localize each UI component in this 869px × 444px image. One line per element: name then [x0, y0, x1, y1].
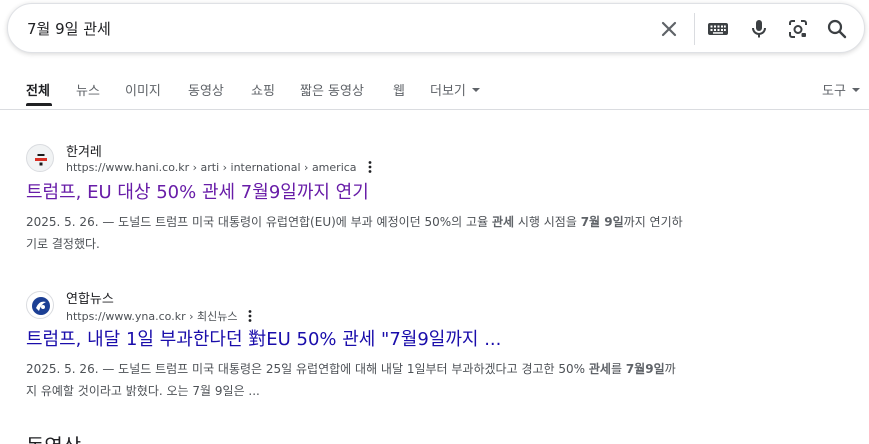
hani-favicon-icon[interactable] — [26, 144, 54, 172]
chevron-down-icon — [471, 87, 480, 92]
snippet-highlight: 7월 9일 — [580, 215, 624, 229]
more-options-icon[interactable] — [243, 309, 257, 323]
microphone-icon[interactable] — [747, 17, 771, 41]
snippet-highlight: 관세 — [588, 362, 611, 376]
tab-more-label: 더보기 — [430, 84, 466, 99]
tab-videos[interactable]: 동영상 — [188, 80, 224, 99]
tab-images[interactable]: 이미지 — [125, 80, 161, 99]
snippet-text: 도널드 트럼프 미국 대통령은 25일 유럽연합에 대해 내달 1일부터 부과하… — [118, 362, 589, 376]
search-divider — [694, 13, 695, 45]
tab-news[interactable]: 뉴스 — [76, 80, 100, 99]
result-snippet: 2025. 5. 26. — 도널드 트럼프 미국 대통령은 25일 유럽연합에… — [26, 358, 686, 402]
result-title-link[interactable]: 트럼프, EU 대상 50% 관세 7월9일까지 연기 — [26, 178, 369, 204]
tab-short-videos[interactable]: 짧은 동영상 — [300, 80, 364, 99]
snippet-text: 를 — [610, 362, 626, 376]
result-site-name[interactable]: 한겨레 — [66, 141, 102, 160]
snippet-text: 시행 시점을 — [514, 215, 581, 229]
result-site-name[interactable]: 연합뉴스 — [66, 288, 114, 307]
tab-all[interactable]: 전체 — [26, 80, 50, 99]
tab-more[interactable]: 더보기 — [430, 80, 480, 99]
result-date: 2025. 5. 26. — — [26, 215, 119, 229]
tab-web[interactable]: 웹 — [393, 80, 405, 99]
tools-button[interactable]: 도구 — [822, 80, 860, 99]
tools-label: 도구 — [822, 84, 846, 99]
result-snippet: 2025. 5. 26. — 도널드 트럼프 미국 대통령이 유럽연합(EU)에… — [26, 211, 686, 255]
result-title-link[interactable]: 트럼프, 내달 1일 부과한다던 對EU 50% 관세 "7월9일까지 ... — [26, 325, 501, 351]
search-bar[interactable]: 7월 9일 관세 — [7, 3, 865, 53]
search-icon[interactable] — [825, 17, 849, 41]
active-tab-indicator — [26, 103, 52, 106]
result-url-text: https://www.yna.co.kr › 최신뉴스 — [66, 310, 238, 323]
result-url[interactable]: https://www.hani.co.kr › arti › internat… — [66, 161, 377, 175]
snippet-text: 도널드 트럼프 미국 대통령이 유럽연합(EU)에 부과 예정이던 50%의 고… — [118, 215, 492, 229]
snippet-highlight: 관세 — [491, 215, 515, 229]
chevron-down-icon — [851, 87, 860, 92]
tab-shopping[interactable]: 쇼핑 — [251, 80, 275, 99]
more-options-icon[interactable] — [363, 160, 377, 174]
search-tabs: 전체 뉴스 이미지 동영상 쇼핑 짧은 동영상 웹 더보기 도구 — [0, 70, 869, 110]
camera-search-icon[interactable] — [786, 17, 810, 41]
search-input[interactable]: 7월 9일 관세 — [27, 18, 111, 39]
result-date: 2025. 5. 26. — — [26, 362, 119, 376]
tabs-divider — [0, 109, 869, 110]
videos-section-heading: 동영상 — [26, 430, 81, 444]
clear-icon[interactable] — [657, 17, 681, 41]
result-url-text: https://www.hani.co.kr › arti › internat… — [66, 161, 357, 174]
keyboard-icon[interactable] — [706, 17, 730, 41]
yna-favicon-icon[interactable] — [26, 291, 54, 319]
snippet-highlight: 7월9일 — [625, 362, 665, 376]
result-url[interactable]: https://www.yna.co.kr › 최신뉴스 — [66, 308, 257, 324]
